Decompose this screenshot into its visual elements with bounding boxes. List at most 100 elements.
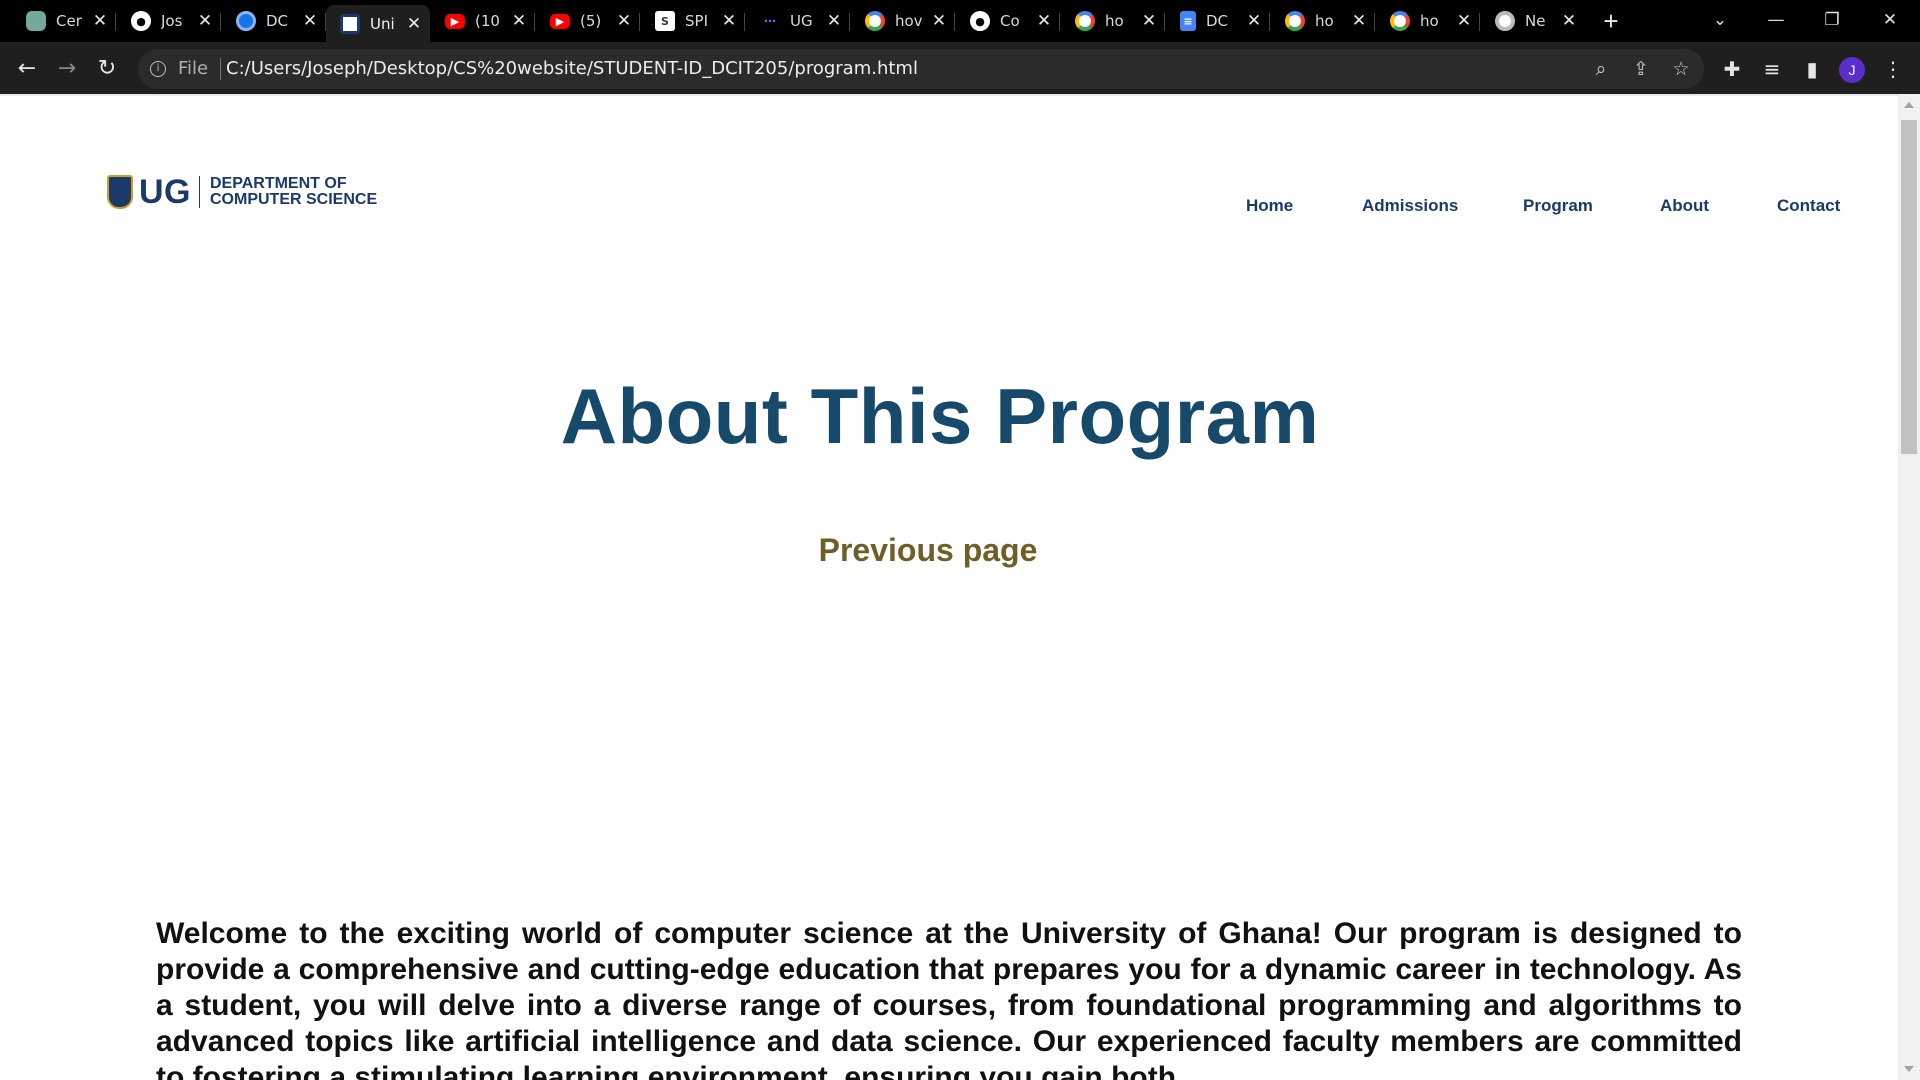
- restore-icon[interactable]: ❐: [1804, 0, 1860, 42]
- side-panel-icon[interactable]: ▮: [1799, 56, 1825, 82]
- close-icon[interactable]: ✕: [1456, 11, 1472, 31]
- tab-google-1[interactable]: hov ✕: [851, 5, 955, 37]
- tab-chatgpt[interactable]: Cer ✕: [12, 5, 116, 37]
- tab-title: Cer: [56, 12, 82, 30]
- nav-link-program[interactable]: Program: [1523, 196, 1593, 216]
- tab-title: Ne: [1525, 12, 1546, 30]
- tab-title: (5): [580, 12, 602, 30]
- tab-separator: [1374, 13, 1375, 31]
- nav-link-contact[interactable]: Contact: [1777, 196, 1840, 216]
- program-intro-paragraph: Welcome to the exciting world of compute…: [156, 917, 1742, 1080]
- close-icon[interactable]: ✕: [406, 14, 422, 34]
- google-icon: [1390, 11, 1410, 31]
- spl-icon: S: [655, 11, 675, 31]
- tab-google-4[interactable]: ho ✕: [1376, 5, 1480, 37]
- tab-google-2[interactable]: ho ✕: [1061, 5, 1165, 37]
- tab-title: Co: [1000, 12, 1020, 30]
- share-icon[interactable]: ⇪: [1628, 56, 1654, 82]
- github-icon: ●: [131, 11, 151, 31]
- browser-toolbar: ← → ↻ i File C:/Users/Joseph/Desktop/CS%…: [0, 42, 1920, 94]
- close-icon[interactable]: ✕: [1246, 11, 1262, 31]
- logo-department: DEPARTMENT OF COMPUTER SCIENCE: [210, 175, 378, 208]
- url-text[interactable]: C:/Users/Joseph/Desktop/CS%20website/STU…: [226, 58, 918, 79]
- extensions-puzzle-icon[interactable]: ✚: [1719, 56, 1745, 82]
- profile-avatar[interactable]: J: [1839, 57, 1865, 83]
- new-tab-icon[interactable]: +: [1596, 6, 1626, 36]
- tab-search-chevron-icon[interactable]: ⌄: [1692, 0, 1748, 42]
- page-scrollbar[interactable]: [1898, 94, 1920, 1080]
- minimize-icon[interactable]: —: [1748, 0, 1804, 42]
- close-icon[interactable]: ✕: [1561, 11, 1577, 31]
- scroll-up-arrow-icon[interactable]: [1904, 102, 1914, 108]
- tab-google-3[interactable]: ho ✕: [1271, 5, 1375, 37]
- forward-arrow-icon[interactable]: →: [50, 52, 84, 86]
- chatgpt-icon: [26, 11, 46, 31]
- tab-title: DC: [1206, 12, 1229, 30]
- scrollbar-thumb[interactable]: [1901, 120, 1917, 454]
- close-icon[interactable]: ✕: [826, 11, 842, 31]
- tab-dc[interactable]: DC ✕: [222, 5, 326, 37]
- back-arrow-icon[interactable]: ←: [10, 52, 44, 86]
- tab-youtube-1[interactable]: ▶ (10 ✕: [431, 5, 535, 37]
- tab-university-active[interactable]: Uni ✕: [326, 5, 430, 42]
- tab-title: Jos: [161, 12, 183, 30]
- close-icon[interactable]: ✕: [302, 11, 318, 31]
- browser-window: Cer ✕ ● Jos ✕ DC ✕ Uni ✕ ▶ (10 ✕ ▶ (5) ✕…: [0, 0, 1920, 1080]
- google-icon: [865, 11, 885, 31]
- close-icon[interactable]: ✕: [1141, 11, 1157, 31]
- zoom-icon[interactable]: ⌕: [1588, 56, 1614, 82]
- window-close-icon[interactable]: ✕: [1862, 0, 1918, 42]
- tab-new-tab[interactable]: Ne ✕: [1481, 5, 1585, 37]
- tab-strip: Cer ✕ ● Jos ✕ DC ✕ Uni ✕ ▶ (10 ✕ ▶ (5) ✕…: [0, 0, 1920, 42]
- tab-spl[interactable]: S SPI ✕: [641, 5, 745, 37]
- site-logo[interactable]: UG DEPARTMENT OF COMPUTER SCIENCE: [107, 171, 377, 213]
- close-icon[interactable]: ✕: [1351, 11, 1367, 31]
- ug-dots-icon: ⋯: [764, 14, 776, 28]
- close-icon[interactable]: ✕: [197, 11, 213, 31]
- tab-separator: [849, 13, 850, 31]
- tab-title: UG: [790, 12, 813, 30]
- tab-github-2[interactable]: ● Co ✕: [956, 5, 1060, 37]
- tab-github[interactable]: ● Jos ✕: [117, 5, 221, 37]
- ug-crest-icon: [340, 13, 360, 34]
- google-icon: [1075, 11, 1095, 31]
- close-icon[interactable]: ✕: [1036, 11, 1052, 31]
- tab-separator: [954, 13, 955, 31]
- youtube-icon: ▶: [550, 13, 570, 29]
- tab-separator: [1164, 13, 1165, 31]
- info-icon[interactable]: i: [150, 61, 166, 77]
- bookmark-star-icon[interactable]: ☆: [1668, 56, 1694, 82]
- scheme-label: File: [178, 58, 209, 79]
- address-bar[interactable]: i File C:/Users/Joseph/Desktop/CS%20webs…: [138, 49, 1704, 89]
- media-queue-icon[interactable]: ≡: [1759, 56, 1785, 82]
- tab-separator: [220, 13, 221, 31]
- tab-docs[interactable]: ≡ DC ✕: [1166, 5, 1270, 37]
- nav-link-admissions[interactable]: Admissions: [1362, 196, 1458, 216]
- kebab-menu-icon[interactable]: ⋮: [1880, 56, 1906, 82]
- close-icon[interactable]: ✕: [92, 11, 108, 31]
- close-icon[interactable]: ✕: [511, 11, 527, 31]
- tab-separator: [1479, 13, 1480, 31]
- ug-crest-icon: [107, 175, 133, 209]
- tab-title: ho: [1420, 12, 1439, 30]
- tab-title: DC: [266, 12, 289, 30]
- page-viewport: UG DEPARTMENT OF COMPUTER SCIENCE Home A…: [0, 94, 1920, 1080]
- close-icon[interactable]: ✕: [721, 11, 737, 31]
- tab-separator: [1059, 13, 1060, 31]
- reload-icon[interactable]: ↻: [90, 52, 124, 86]
- close-icon[interactable]: ✕: [616, 11, 632, 31]
- tab-youtube-2[interactable]: ▶ (5) ✕: [536, 5, 640, 37]
- nav-link-home[interactable]: Home: [1246, 196, 1293, 216]
- tab-title: SPI: [685, 12, 708, 30]
- previous-page-link[interactable]: Previous page: [0, 532, 1856, 569]
- close-icon[interactable]: ✕: [931, 11, 947, 31]
- google-docs-icon: ≡: [1180, 11, 1196, 31]
- tab-title: Uni: [370, 14, 395, 33]
- google-icon: [1285, 11, 1305, 31]
- nav-link-about[interactable]: About: [1660, 196, 1709, 216]
- scroll-down-arrow-icon[interactable]: [1904, 1066, 1914, 1072]
- tab-separator: [115, 13, 116, 31]
- logo-divider: [199, 176, 200, 208]
- tab-ug[interactable]: ⋯ UG ✕: [746, 5, 850, 37]
- tab-separator: [744, 13, 745, 31]
